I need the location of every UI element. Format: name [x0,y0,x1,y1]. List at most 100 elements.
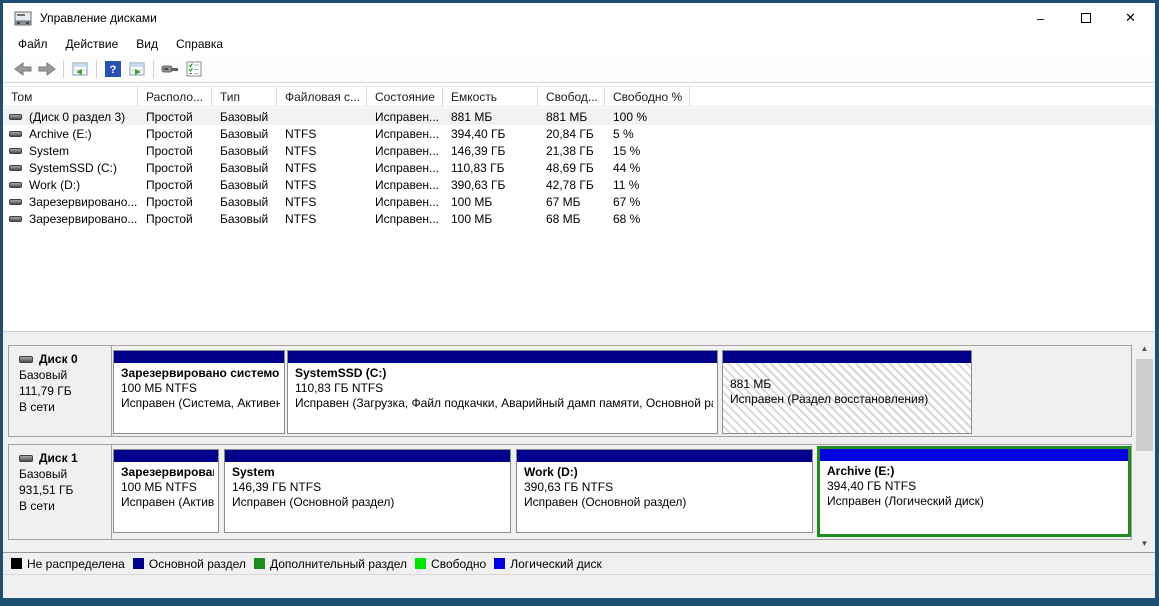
maximize-button[interactable] [1063,3,1108,33]
disk-row-1: Диск 1 Базовый 931,51 ГБ В сети Зарезерв… [8,444,1132,540]
cell-layout: Простой [138,159,212,176]
cell-layout: Простой [138,142,212,159]
cell-layout: Простой [138,210,212,227]
cell-capacity: 881 МБ [443,108,538,125]
cell-status: Исправен... [367,159,443,176]
table-row[interactable]: Зарезервировано... Простой Базовый NTFS … [3,210,1155,227]
partition-type-bar [114,450,218,462]
cell-volume: Зарезервировано... [3,210,138,227]
cell-status: Исправен... [367,193,443,210]
column-header-free[interactable]: Свобод... [538,87,605,106]
partition-type-bar [820,449,1128,461]
pane-splitter[interactable] [3,331,1155,340]
tool-button[interactable] [158,58,182,80]
graphical-view: Диск 0 Базовый 111,79 ГБ В сети Зарезерв… [3,340,1155,552]
scroll-up-button[interactable]: ▲ [1136,340,1153,357]
disk-icon [19,356,33,363]
cell-volume: Archive (E:) [3,125,138,142]
close-button[interactable]: ✕ [1108,3,1153,33]
table-row[interactable]: Зарезервировано... Простой Базовый NTFS … [3,193,1155,210]
legend-bar: Не распределена Основной раздел Дополнит… [3,552,1155,574]
column-header-free-pct[interactable]: Свободно % [605,87,690,106]
logical-disk-swatch [494,558,505,569]
table-row[interactable]: (Диск 0 раздел 3) Простой Базовый Исправ… [3,108,1155,125]
cell-capacity: 110,83 ГБ [443,159,538,176]
cell-type: Базовый [212,142,277,159]
legend-item-primary: Основной раздел [133,557,246,571]
back-button[interactable] [11,58,35,80]
partition-system-reserved-disk1[interactable]: Зарезервировано системой 100 МБ NTFS Исп… [113,449,219,533]
toolbar-separator [96,60,97,78]
disk-type: Базовый [19,467,111,481]
cell-type: Базовый [212,159,277,176]
table-row[interactable]: System Простой Базовый NTFS Исправен... … [3,142,1155,159]
table-row[interactable]: Archive (E:) Простой Базовый NTFS Исправ… [3,125,1155,142]
cell-type: Базовый [212,108,277,125]
help-button[interactable]: ? [101,58,125,80]
app-icon [14,11,32,26]
disk-1-header[interactable]: Диск 1 Базовый 931,51 ГБ В сети [9,445,112,539]
chevron-down-icon: ▼ [1141,539,1149,548]
console-window-button[interactable] [68,58,92,80]
cell-layout: Простой [138,176,212,193]
table-row[interactable]: SystemSSD (C:) Простой Базовый NTFS Испр… [3,159,1155,176]
chevron-up-icon: ▲ [1141,344,1149,353]
disk-size: 931,51 ГБ [19,483,111,497]
cell-free-pct: 44 % [605,159,690,176]
partition-work-d[interactable]: Work (D:) 390,63 ГБ NTFS Исправен (Основ… [516,449,813,533]
partition-info: Зарезервировано системой 100 МБ NTFS Исп… [114,462,218,510]
partition-type-bar [723,351,971,363]
menu-file[interactable]: Файл [9,34,57,54]
vertical-scrollbar[interactable]: ▲ ▼ [1136,340,1153,552]
titlebar[interactable]: Управление дисками – ✕ [3,3,1155,33]
cell-capacity: 394,40 ГБ [443,125,538,142]
cell-free-pct: 100 % [605,108,690,125]
window-title: Управление дисками [40,11,157,25]
primary-partition-swatch [133,558,144,569]
close-icon: ✕ [1125,10,1136,26]
cell-free-pct: 11 % [605,176,690,193]
status-bar [3,574,1155,598]
menu-view[interactable]: Вид [127,34,167,54]
column-header-type[interactable]: Тип [212,87,277,106]
action-pane-button[interactable] [125,58,149,80]
cell-free: 68 МБ [538,210,605,227]
console-window-icon [72,61,88,77]
menu-help[interactable]: Справка [167,34,232,54]
action-pane-icon [129,61,145,77]
toolbar-separator [153,60,154,78]
partition-systemssd-c[interactable]: SystemSSD (C:) 110,83 ГБ NTFS Исправен (… [287,350,718,434]
volume-icon [9,131,22,137]
cell-capacity: 100 МБ [443,210,538,227]
cell-free: 881 МБ [538,108,605,125]
partition-archive-e[interactable]: Archive (E:) 394,40 ГБ NTFS Исправен (Ло… [817,446,1131,537]
forward-button[interactable] [35,58,59,80]
disk-row-0: Диск 0 Базовый 111,79 ГБ В сети Зарезерв… [8,345,1132,437]
partition-recovery[interactable]: 881 МБ Исправен (Раздел восстановления) [722,350,972,434]
partition-system-reserved-disk0[interactable]: Зарезервировано системой 100 МБ NTFS Исп… [113,350,285,434]
cell-status: Исправен... [367,142,443,159]
menu-action[interactable]: Действие [57,34,128,54]
column-header-volume[interactable]: Том [3,87,138,106]
scroll-down-button[interactable]: ▼ [1136,535,1153,552]
scrollbar-thumb[interactable] [1136,359,1153,451]
column-header-filesystem[interactable]: Файловая с... [277,87,367,106]
column-header-layout[interactable]: Располо... [138,87,212,106]
properties-checklist-button[interactable] [182,58,206,80]
partition-info: 881 МБ Исправен (Раздел восстановления) [723,363,971,407]
table-row[interactable]: Work (D:) Простой Базовый NTFS Исправен.… [3,176,1155,193]
partition-info: System 146,39 ГБ NTFS Исправен (Основной… [225,462,510,510]
column-header-capacity[interactable]: Емкость [443,87,538,106]
cell-type: Базовый [212,176,277,193]
disk-type: Базовый [19,368,111,382]
partition-system[interactable]: System 146,39 ГБ NTFS Исправен (Основной… [224,449,511,533]
legend-item-extended: Дополнительный раздел [254,557,407,571]
disk-size: 111,79 ГБ [19,384,111,398]
tool-icon [161,63,179,75]
disk-0-header[interactable]: Диск 0 Базовый 111,79 ГБ В сети [9,346,112,436]
column-header-status[interactable]: Состояние [367,87,443,106]
cell-filesystem: NTFS [277,159,367,176]
partition-type-bar [288,351,717,363]
cell-capacity: 146,39 ГБ [443,142,538,159]
minimize-button[interactable]: – [1018,3,1063,33]
